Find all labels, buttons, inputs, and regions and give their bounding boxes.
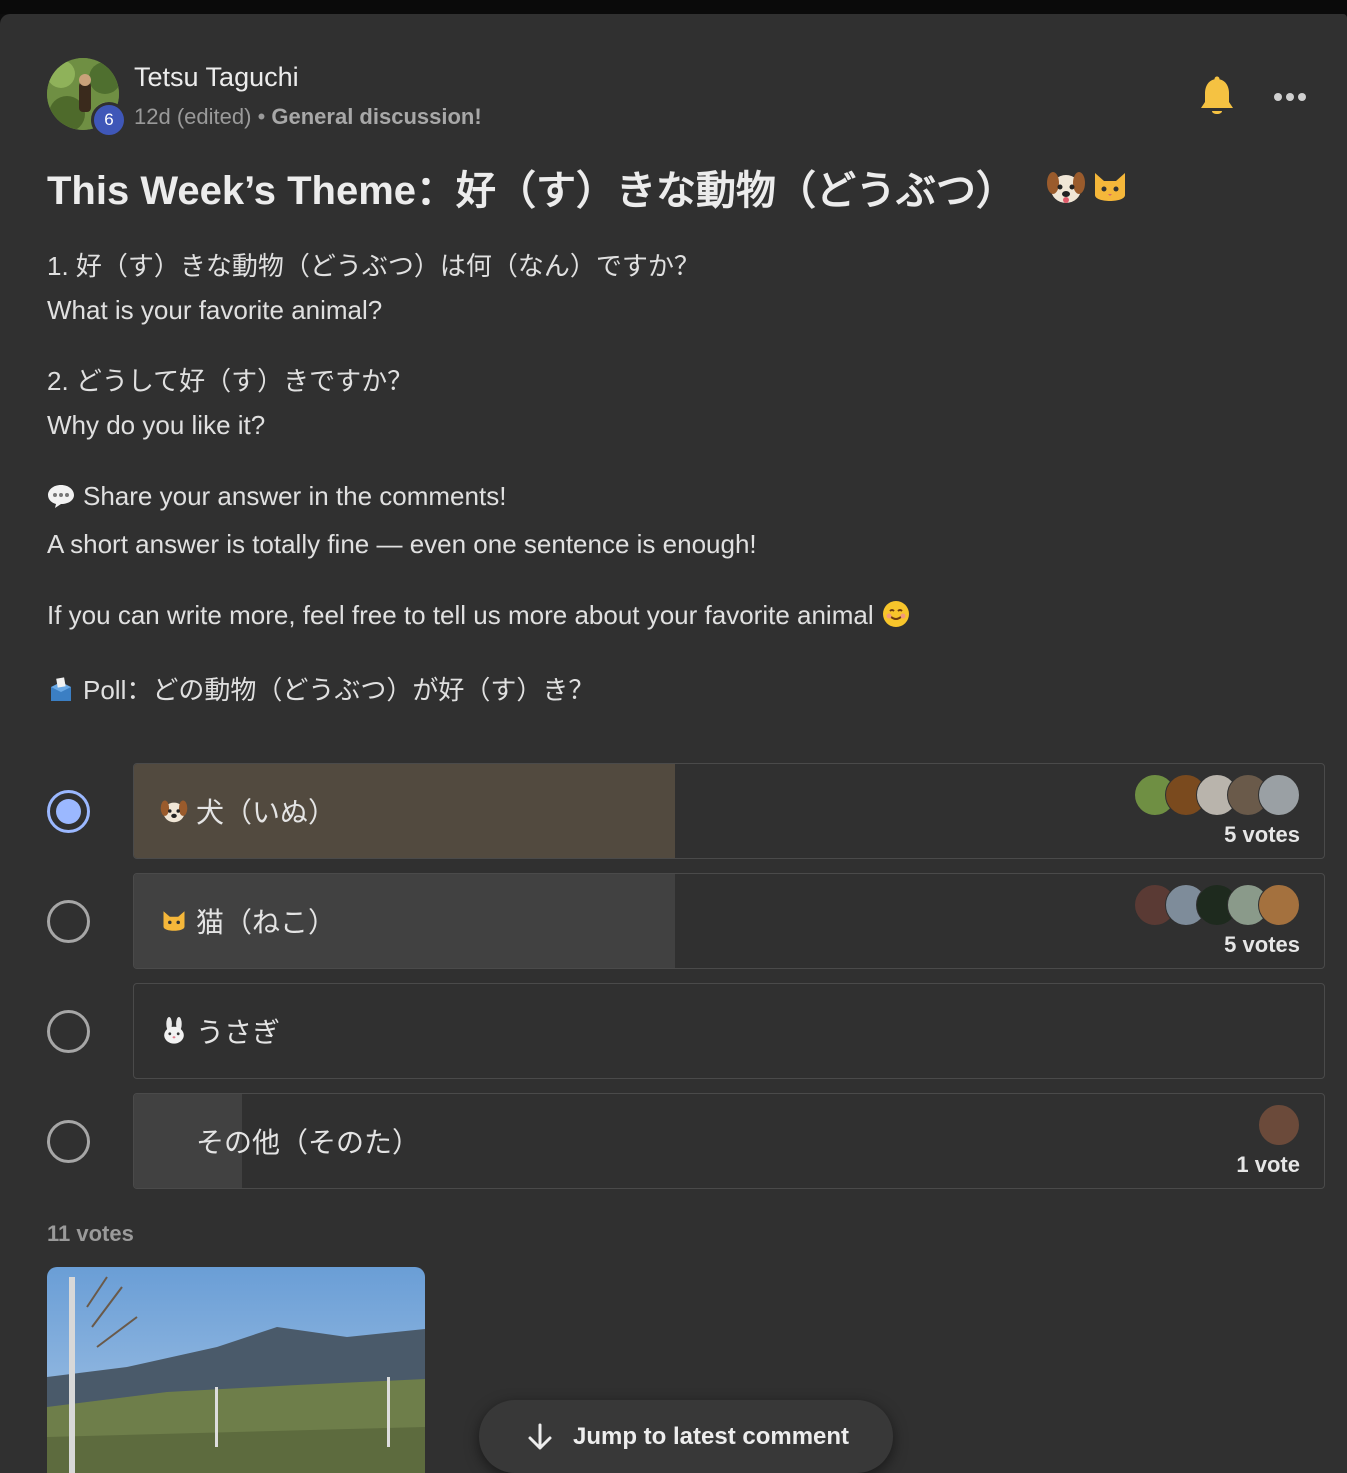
rabbit-face-icon [164,1017,184,1044]
cat-face-icon [163,911,185,931]
cat-face-icon [1095,173,1126,201]
poll-option-votes: 5 votes [1224,822,1300,847]
post-meta: 12d (edited) • General discussion! [134,104,482,130]
poll-option-label: 犬（いぬ） [160,791,336,831]
speech-bubble-icon [47,478,75,522]
post-body: 1. 好（す）きな動物（どうぶつ）は何（なん）ですか？ What is your… [47,244,1307,716]
blank-icon [160,1127,188,1155]
voter-avatars [1134,884,1300,926]
poll-radio-selected[interactable] [47,790,90,833]
voter-avatar[interactable] [1258,774,1300,816]
bell-icon[interactable] [1199,76,1235,118]
title-emojis [1046,167,1130,207]
voter-avatars [1134,774,1300,816]
level-badge: 6 [91,102,127,138]
poll-option-label: うさぎ [160,1011,280,1051]
voter-avatar[interactable] [1258,1104,1300,1146]
dog-face-icon [160,800,188,823]
arrow-down-icon [528,1423,552,1449]
voter-avatars [1258,1104,1300,1146]
poll-option-row: 犬（いぬ） 5 votes [0,763,1347,859]
poll-option-votes: 1 vote [1236,1152,1300,1177]
poll-radio[interactable] [47,1120,90,1163]
poll-option-label: その他（そのた） [160,1121,420,1161]
post-time: 12d [134,104,171,129]
poll-option-other[interactable]: その他（そのた） 1 vote [133,1093,1325,1189]
poll-option-votes: 5 votes [1224,932,1300,957]
poll-option-row: 猫（ねこ） 5 votes [0,873,1347,969]
poll-option-row: うさぎ [0,983,1347,1079]
question-2-jp: 2. どうして好（す）きですか？ [47,366,414,396]
browser-top-strip [0,0,1347,14]
poll-radio[interactable] [47,1010,90,1053]
poll-option-dog[interactable]: 犬（いぬ） 5 votes [133,763,1325,859]
post-title: This Week’s Theme：好（す）きな動物（どうぶつ） [47,158,1130,216]
question-2-en: Why do you like it? [47,410,266,440]
question-1-en: What is your favorite animal? [47,295,383,325]
poll-total-votes: 11 votes [47,1221,134,1246]
poll-radio[interactable] [47,900,90,943]
category-link[interactable]: General discussion! [271,104,481,129]
poll-option-text: 犬（いぬ） [196,797,337,828]
poll-option-text: その他（そのた） [196,1127,421,1158]
post-card [0,14,1347,1473]
poll-heading: Poll：どの動物（どうぶつ）が好（す）き？ [47,668,1307,716]
voter-avatar[interactable] [1258,884,1300,926]
author-name[interactable]: Tetsu Taguchi [134,62,299,93]
post-title-text: This Week’s Theme：好（す）きな動物（どうぶつ） [47,169,1017,213]
dog-face-icon [1047,172,1086,203]
poll-option-label: 猫（ねこ） [160,901,336,941]
short-answer-line: A short answer is totally fine — even on… [47,529,757,559]
poll-heading-text: Poll：どの動物（どうぶつ）が好（す）き？ [83,675,595,705]
post-image[interactable] [47,1267,425,1473]
jump-label: Jump to latest comment [573,1422,850,1450]
question-1-jp: 1. 好（す）きな動物（どうぶつ）は何（なん）ですか？ [47,251,700,281]
poll-option-cat[interactable]: 猫（ねこ） 5 votes [133,873,1325,969]
ballot-box-icon [47,672,75,716]
poll-option-text: うさぎ [196,1017,281,1048]
more-options-icon[interactable] [1270,82,1310,112]
poll-option-row: その他（そのた） 1 vote [0,1093,1347,1189]
more-text: If you can write more, feel free to tell… [47,600,874,630]
smiling-face-icon [882,597,910,641]
share-text: Share your answer in the comments! [83,481,507,511]
meta-separator: • [257,104,266,129]
more-line: If you can write more, feel free to tell… [47,593,1307,641]
share-line: Share your answer in the comments! [47,474,1307,522]
poll-option-text: 猫（ねこ） [196,907,337,938]
poll-option-rabbit[interactable]: うさぎ [133,983,1325,1079]
jump-to-latest-button[interactable]: Jump to latest comment [479,1400,893,1473]
edited-label: (edited) [176,104,252,129]
